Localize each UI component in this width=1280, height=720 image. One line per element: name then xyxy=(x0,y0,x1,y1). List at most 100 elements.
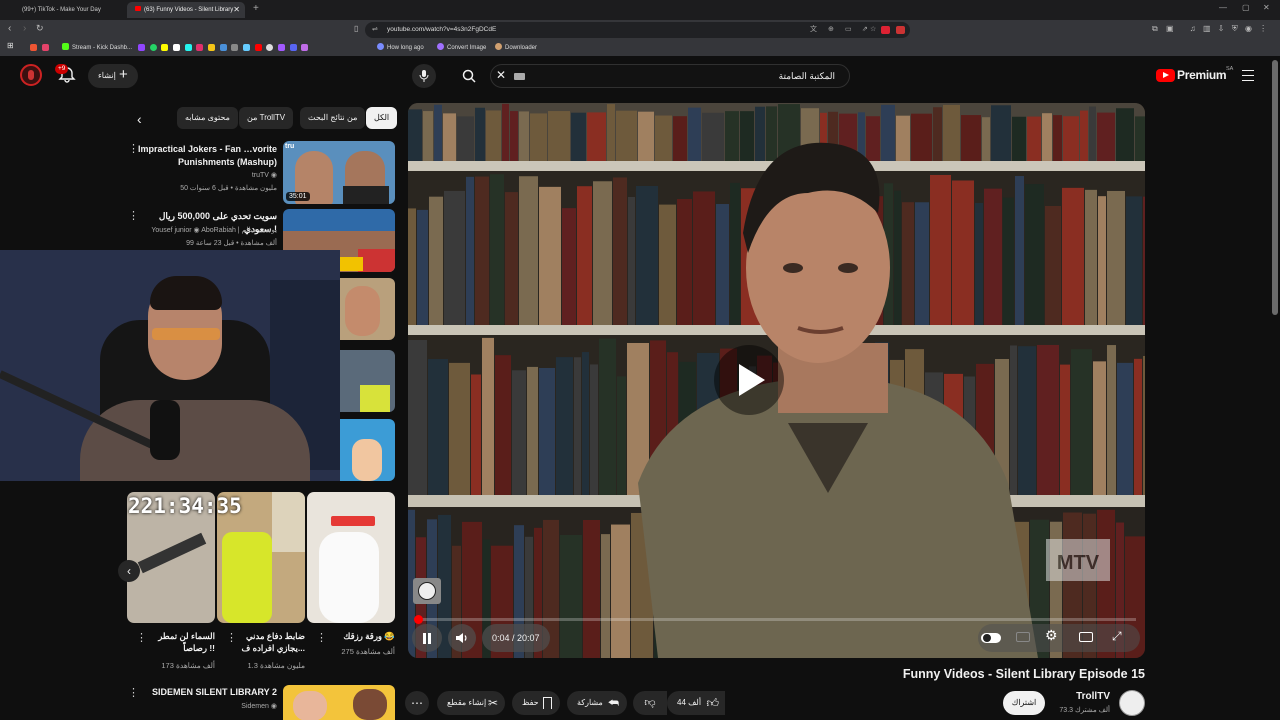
chip-from-search[interactable]: من نتائج البحث xyxy=(300,107,366,129)
extension-red-icon[interactable] xyxy=(881,26,890,34)
tiktok-icon[interactable] xyxy=(184,44,192,51)
page-scrollbar[interactable] xyxy=(1272,60,1278,315)
more-actions-icon[interactable]: ⋮ xyxy=(128,211,139,222)
shield-icon[interactable]: ⛨ xyxy=(1232,24,1238,33)
menu-icon[interactable]: ⋮ xyxy=(1259,24,1267,33)
media-icon[interactable]: ♫ xyxy=(1190,24,1196,33)
tab-tiktok[interactable]: (99+) TikTok - Make Your Day xyxy=(14,2,124,18)
new-tab-button[interactable]: + xyxy=(253,3,259,14)
voice-search-button[interactable] xyxy=(412,64,436,88)
bookmark-downloader[interactable]: Downloader xyxy=(495,43,537,51)
more-actions-button[interactable]: ⋯ xyxy=(405,691,429,715)
channel-watermark-avatar[interactable] xyxy=(413,578,441,604)
bookmark-pink-icon[interactable] xyxy=(41,44,49,51)
yellow-ext-icon[interactable] xyxy=(208,44,216,51)
short-title[interactable]: السماء لن تمطر رصاصاً !! xyxy=(150,630,215,654)
discord-icon[interactable] xyxy=(289,44,297,51)
clip-button[interactable]: إنشاء مقطع ✂ xyxy=(437,691,505,715)
video-title[interactable]: Impractical Jokers - Fan …vorite Punishm… xyxy=(137,143,277,169)
github-icon[interactable] xyxy=(266,44,274,51)
list-item[interactable]: tru 35:01 Impractical Jokers - Fan …vori… xyxy=(130,141,395,205)
purple-ext-icon[interactable] xyxy=(278,44,286,51)
theater-mode-icon[interactable] xyxy=(1079,632,1093,642)
search-input[interactable]: ✕ المكتبة الصامتة xyxy=(490,64,850,88)
guide-menu-button[interactable] xyxy=(1242,70,1255,81)
more-actions-icon[interactable]: ⋮ xyxy=(128,144,139,155)
close-window-icon[interactable]: ✕ xyxy=(1263,3,1270,12)
avatar[interactable] xyxy=(20,64,42,86)
channel-name[interactable]: truTV ◉ xyxy=(252,171,277,179)
progress-bar[interactable] xyxy=(414,615,1136,624)
bookmark-how-long-ago[interactable]: How long ago xyxy=(377,43,424,51)
chip-similar[interactable]: محتوى مشابه xyxy=(177,107,238,129)
more-actions-icon[interactable]: ⋮ xyxy=(128,688,139,699)
channel-name[interactable]: TrollTV xyxy=(1076,691,1110,702)
video-thumbnail[interactable] xyxy=(283,685,395,720)
reload-icon[interactable]: ↻ xyxy=(36,23,44,34)
extensions-icon[interactable]: ⧉ xyxy=(1152,24,1158,33)
youtube-bm-icon[interactable] xyxy=(254,44,262,51)
snapchat-icon[interactable] xyxy=(161,44,169,51)
chip-all[interactable]: الكل xyxy=(366,107,398,129)
short-title[interactable]: ورقة رزقك 😂 xyxy=(325,630,395,642)
rec-thumbnail-partial[interactable] xyxy=(340,278,395,340)
channel-name[interactable]: Sidemen ◉ xyxy=(241,702,277,710)
notifications-button[interactable]: +9 xyxy=(55,64,80,86)
whatsapp-icon[interactable] xyxy=(149,44,157,51)
more-actions-icon[interactable]: ⋮ xyxy=(226,633,237,644)
downloads-icon[interactable]: ⇩ xyxy=(1218,24,1225,33)
site-info-icon[interactable]: ⇌ xyxy=(372,22,378,38)
settings-gear-icon[interactable]: ⚙ xyxy=(1045,627,1058,644)
more-actions-icon[interactable]: ⋮ xyxy=(316,633,327,644)
search-button[interactable] xyxy=(456,64,482,88)
s-ext-icon[interactable] xyxy=(301,44,309,51)
instagram-icon[interactable] xyxy=(196,44,204,51)
file-icon[interactable] xyxy=(231,44,239,51)
bookmark-page-icon[interactable]: ▯ xyxy=(354,24,358,33)
sidebar-icon[interactable]: ▥ xyxy=(1203,24,1211,33)
star-icon[interactable]: ☆ xyxy=(870,22,876,38)
pause-button[interactable] xyxy=(412,624,442,652)
more-actions-icon[interactable]: ⋮ xyxy=(136,633,147,644)
autoplay-toggle[interactable] xyxy=(981,633,1001,643)
rec-thumbnail-partial[interactable] xyxy=(340,419,395,481)
forward-icon[interactable]: › xyxy=(23,23,26,34)
mail-icon[interactable] xyxy=(219,44,227,51)
dislike-button[interactable]: 👎︎ xyxy=(633,691,667,715)
short-title[interactable]: ضابط دفاع مدني يجازي افراده ف... xyxy=(240,630,305,654)
subtitles-icon[interactable] xyxy=(1016,632,1030,642)
save-button[interactable]: حفظ xyxy=(512,691,560,715)
channel-avatar[interactable] xyxy=(1119,690,1145,716)
tabs-icon[interactable]: ▣ xyxy=(1166,24,1174,33)
share-page-icon[interactable]: ⇗ xyxy=(862,22,868,38)
maximize-icon[interactable]: ▢ xyxy=(1242,3,1250,12)
list-item[interactable]: SIDEMEN SILENT LIBRARY 2 Sidemen ◉ xyxy=(130,685,395,720)
x-icon[interactable] xyxy=(173,44,181,51)
clear-search-icon[interactable]: ✕ xyxy=(496,68,506,82)
video-thumbnail[interactable]: tru 35:01 xyxy=(283,141,395,204)
mute-button[interactable] xyxy=(448,624,476,652)
bookmark-red-icon[interactable] xyxy=(30,44,37,51)
tab-youtube[interactable]: (63) Funny Videos - Silent Library ✕ xyxy=(127,2,245,18)
profile-icon[interactable]: ◉ xyxy=(1245,24,1252,33)
keyboard-icon[interactable] xyxy=(514,73,525,80)
minimize-icon[interactable]: — xyxy=(1219,3,1227,12)
bookmark-kick[interactable]: Stream - Kick Dashb... xyxy=(62,43,132,51)
video-player[interactable]: MTV 0:04 / 20:07 ⚙ ⤢ xyxy=(408,103,1145,658)
share-button[interactable]: مشاركة ⮪ xyxy=(567,691,627,715)
zoom-icon[interactable]: ⊕ xyxy=(828,22,834,38)
create-button[interactable]: إنشاء + xyxy=(88,64,138,88)
extension-badge-icon[interactable] xyxy=(896,26,905,34)
short-thumbnail[interactable] xyxy=(307,492,395,623)
bookmark-convert-image[interactable]: Convert Image xyxy=(437,43,486,51)
apps-icon[interactable]: ⊞ xyxy=(7,41,14,50)
chips-prev-icon[interactable]: ‹ xyxy=(137,111,142,127)
youtube-logo[interactable]: Premium SA xyxy=(1156,66,1236,86)
cast-icon[interactable]: ▭ xyxy=(845,22,852,38)
like-button[interactable]: 44 ألف 👍︎ xyxy=(667,691,725,715)
channel-name[interactable]: Yousef junior ◉ AboRabiah | يوسف سالم xyxy=(151,226,277,234)
url-field[interactable]: ⇌ youtube.com/watch?v=4s3n2FgDCdE 文 ⊕ ▭ … xyxy=(365,22,910,38)
play-button[interactable] xyxy=(714,345,784,415)
rec-thumbnail-partial[interactable] xyxy=(340,350,395,412)
fullscreen-icon[interactable]: ⤢ xyxy=(1112,629,1122,644)
